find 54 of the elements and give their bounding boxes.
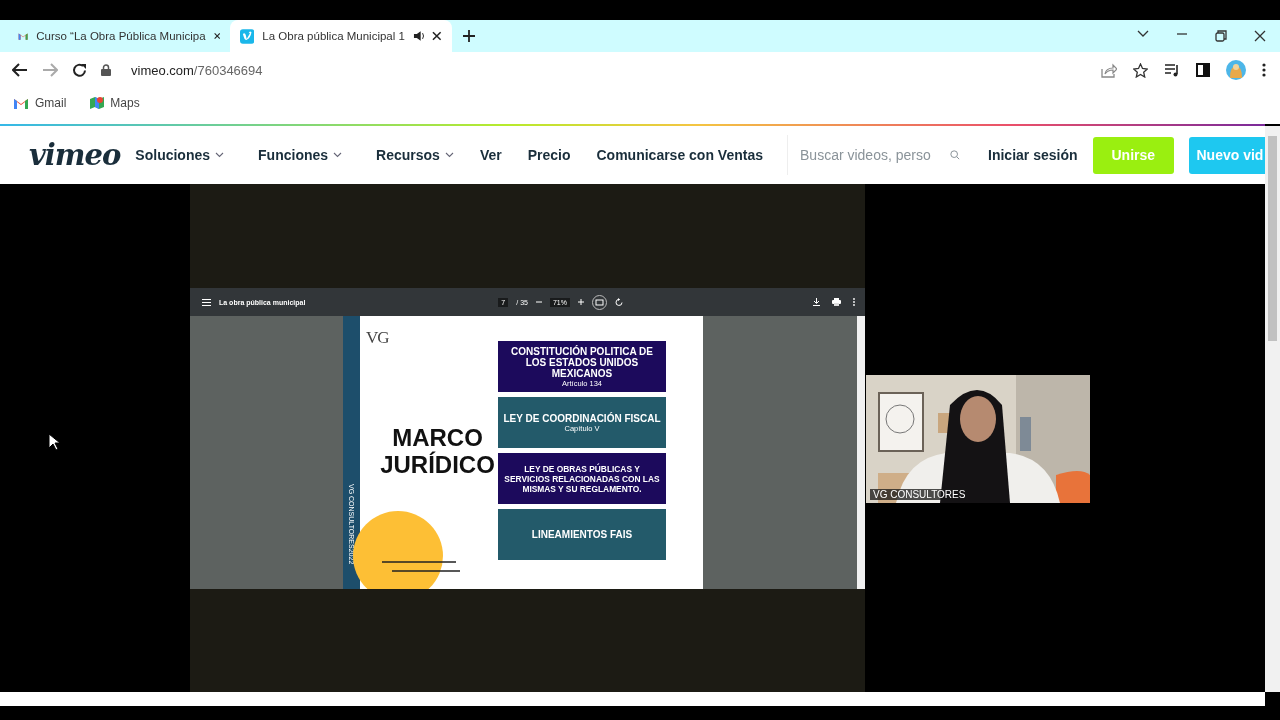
slide-title: MARCO JURÍDICO [379, 424, 496, 478]
video-logo-icon [240, 28, 255, 44]
slide-logo: VG [366, 328, 389, 348]
scrollbar[interactable] [1265, 126, 1280, 692]
card-title: LEY DE COORDINACIÓN FISCAL [503, 412, 661, 424]
fit-page-icon[interactable] [591, 294, 607, 310]
restore-icon[interactable] [1215, 30, 1227, 42]
nav-link[interactable]: Funciones [258, 147, 343, 163]
rotate-icon[interactable] [614, 297, 624, 307]
minimize-icon[interactable] [1176, 30, 1188, 38]
side-panel-icon[interactable] [1196, 63, 1210, 77]
browser-tab[interactable]: La Obra pública Municipal 1 [230, 20, 452, 52]
print-icon[interactable] [832, 298, 841, 306]
new-tab-icon[interactable] [462, 29, 476, 43]
chevron-down-icon[interactable] [1137, 30, 1149, 38]
bookmark[interactable]: Maps [110, 96, 140, 110]
browser-tab[interactable]: Curso “La Obra Pública Municipa [8, 20, 230, 52]
mail-icon [13, 97, 29, 109]
download-icon[interactable] [813, 298, 820, 306]
nav-link[interactable]: Ver [479, 147, 502, 163]
share-icon[interactable] [1101, 62, 1117, 78]
media-queue-icon[interactable] [1164, 63, 1180, 77]
search-field[interactable]: Buscar videos, perso [800, 147, 940, 163]
speaker-icon[interactable] [412, 30, 425, 42]
back-icon[interactable] [12, 63, 28, 77]
nav-link[interactable]: Recursos [376, 147, 454, 163]
reload-icon[interactable] [72, 62, 87, 78]
bookmark[interactable]: Gmail [35, 96, 67, 110]
close-icon[interactable] [213, 31, 220, 41]
close-icon[interactable] [1254, 30, 1266, 42]
card-title: CONSTITUCIÓN POLITICA DE LOS ESTADOS UNIDOS MEXICANOS [510, 345, 654, 379]
zoom-in-icon[interactable] [577, 299, 584, 305]
vimeo-logo[interactable]: vimeo [29, 140, 121, 170]
cursor-icon [48, 433, 60, 451]
login-link[interactable]: Iniciar sesión [988, 147, 1078, 163]
map-pin-icon [90, 96, 105, 110]
url-text[interactable]: vimeo.com/760346694 [131, 62, 263, 78]
zoom-out-icon[interactable] [535, 299, 542, 305]
nav-link[interactable]: Soluciones [135, 147, 225, 163]
nav-link[interactable]: Precio [527, 147, 571, 163]
tab-title: Curso “La Obra Pública Municipa [36, 30, 206, 42]
search-icon[interactable] [950, 149, 960, 161]
star-icon[interactable] [1133, 62, 1148, 78]
tab-title: La Obra pública Municipal 1 [262, 30, 405, 42]
forward-icon [42, 63, 58, 77]
scrollbar[interactable] [857, 316, 865, 589]
close-icon[interactable] [432, 31, 442, 41]
menu-icon[interactable] [202, 298, 211, 306]
card-title: LINEAMIENTOS FAIS [531, 529, 633, 540]
nav-link[interactable]: Comunicarse con Ventas [596, 147, 763, 163]
menu-icon[interactable] [1262, 63, 1266, 77]
card-title: LEY DE OBRAS PÚBLICAS Y SERVICIOS RELACIONADAS CON LAS MISMAS Y SU REGLAMENTO. [503, 463, 661, 494]
mail-icon [18, 30, 29, 42]
lock-icon [101, 64, 111, 76]
